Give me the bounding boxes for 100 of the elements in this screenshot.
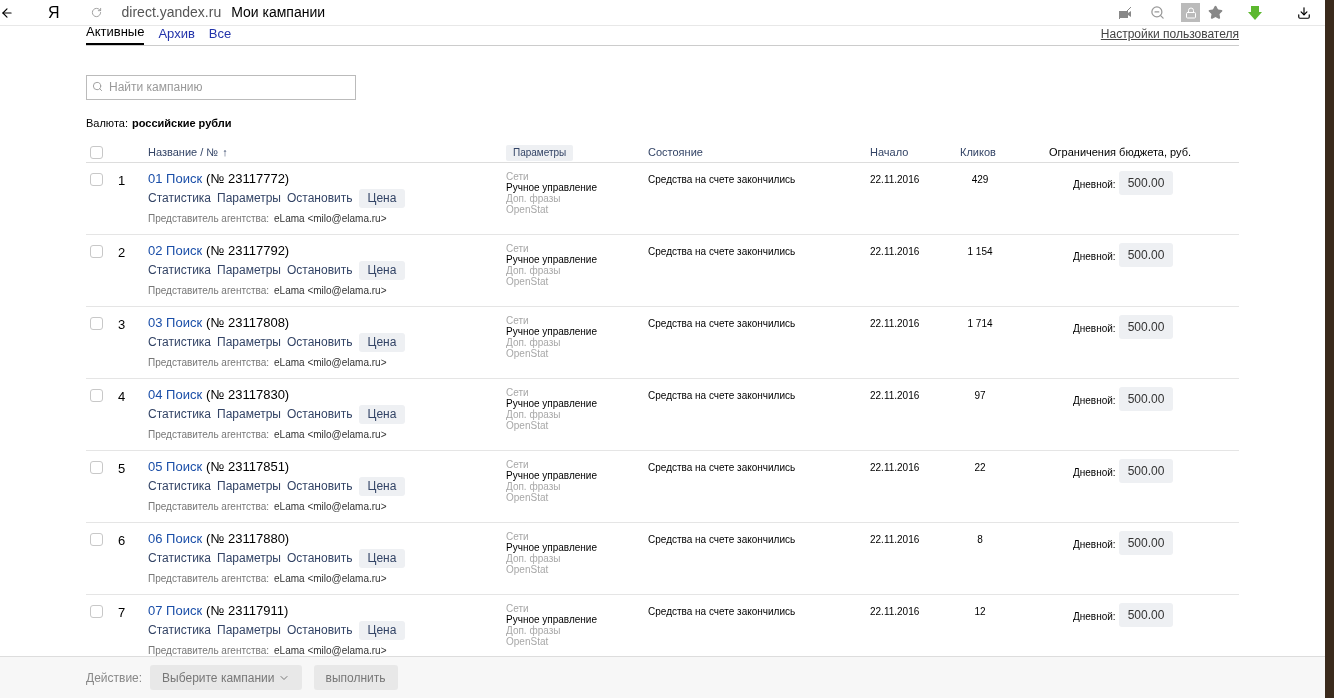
parameter-text: Ручное управление [506,181,598,193]
tab[interactable]: Все [208,23,232,45]
price-button[interactable]: Цена [358,404,406,424]
parameter-text: Ручное управление [506,541,598,553]
address-url[interactable]: direct.yandex.ru [121,2,222,23]
parameter-text: Сети [506,530,530,542]
browser-logo[interactable]: Я [48,0,60,25]
zoom-out-icon[interactable] [1150,5,1165,20]
camera-off-icon[interactable] [1118,6,1132,19]
tab[interactable]: Архив [158,23,195,45]
daily-label: Дневной: [1073,609,1116,624]
checkbox[interactable] [90,244,103,258]
action-link[interactable]: Остановить [287,189,353,207]
action-link[interactable]: Статистика [148,477,212,495]
status-text: Средства на счете закончились [648,317,796,329]
agent-contact: eLama <milo@elama.ru> [274,571,387,586]
parameters-button[interactable]: Параметры [506,144,574,161]
campaign-link[interactable]: 06 Поиск [148,530,203,547]
action-link[interactable]: Остановить [287,621,353,639]
checkbox[interactable] [90,146,103,159]
campaign-number: (№ 23117880) [206,530,290,547]
start-date: 22.11.2016 [870,533,920,545]
action-link[interactable]: Остановить [287,333,353,351]
agent-contact: eLama <milo@elama.ru> [274,211,387,226]
status-text: Средства на счете закончились [648,533,796,545]
checkbox[interactable] [90,388,103,402]
checkbox[interactable] [90,604,103,618]
download-icon[interactable] [1297,5,1311,20]
clicks-count: 97 [974,389,986,401]
star-icon[interactable] [1208,5,1223,20]
price-button[interactable]: Цена [358,332,406,352]
row-number: 5 [118,460,126,476]
agent-contact: eLama <milo@elama.ru> [274,355,387,370]
campaign-number: (№ 23117851) [206,458,290,475]
action-link[interactable]: Статистика [148,405,212,423]
checkbox[interactable] [90,460,103,474]
action-link[interactable]: Остановить [287,261,353,279]
action-link[interactable]: Параметры [217,333,281,351]
lock-icon[interactable] [1181,3,1200,22]
budget-value[interactable]: 500.00 [1118,314,1174,339]
budget-value[interactable]: 500.00 [1118,242,1174,267]
agent-contact: eLama <milo@elama.ru> [274,499,387,514]
budget-value[interactable]: 500.00 [1118,602,1174,627]
user-settings-link[interactable]: Настройки пользователя [1100,25,1239,45]
price-button[interactable]: Цена [358,476,406,496]
action-link[interactable]: Остановить [287,477,353,495]
campaign-link[interactable]: 07 Поиск [148,602,203,619]
parameter-text: Сети [506,602,530,614]
start-date: 22.11.2016 [870,317,920,329]
action-link[interactable]: Остановить [287,405,353,423]
campaign-number: (№ 23117911) [206,602,289,619]
campaign-link[interactable]: 03 Поиск [148,314,203,331]
daily-label: Дневной: [1073,393,1116,408]
search-field[interactable]: Найти кампанию [86,74,356,100]
parameter-text: Ручное управление [506,613,598,625]
parameter-text: Доп. фразы [506,480,561,492]
back-icon[interactable] [0,5,14,20]
action-link[interactable]: Параметры [217,189,281,207]
budget-value[interactable]: 500.00 [1118,530,1174,555]
price-button[interactable]: Цена [358,260,406,280]
parameter-text: Доп. фразы [506,408,561,420]
checkbox[interactable] [90,172,103,186]
clicks-count: 429 [971,173,989,185]
parameter-text: Ручное управление [506,253,598,265]
campaign-select[interactable]: Выберите кампании [150,665,302,690]
action-link[interactable]: Параметры [217,261,281,279]
action-link[interactable]: Статистика [148,549,212,567]
action-link[interactable]: Статистика [148,261,212,279]
checkbox[interactable] [90,532,103,546]
action-link[interactable]: Параметры [217,477,281,495]
action-link[interactable]: Статистика [148,621,212,639]
tab[interactable]: Активные [86,21,145,45]
agent-contact: eLama <milo@elama.ru> [274,427,387,442]
budget-value[interactable]: 500.00 [1118,386,1174,411]
sort-mark[interactable]: ↑ [222,144,228,161]
action-link[interactable]: Параметры [217,549,281,567]
action-link[interactable]: Параметры [217,405,281,423]
start-date: 22.11.2016 [870,173,920,185]
action-link[interactable]: Статистика [148,333,212,351]
price-button[interactable]: Цена [358,188,406,208]
price-button[interactable]: Цена [358,548,406,568]
campaign-link[interactable]: 01 Поиск [148,170,203,187]
checkbox[interactable] [90,316,103,330]
budget-value[interactable]: 500.00 [1118,170,1174,195]
execute-button[interactable]: выполнить [313,665,398,690]
name-column-header[interactable]: Название / № [148,144,219,161]
campaign-link[interactable]: 05 Поиск [148,458,203,475]
price-button[interactable]: Цена [358,620,406,640]
agent-label: Представитель агентства: [148,283,270,298]
action-link[interactable]: Статистика [148,189,212,207]
daily-label: Дневной: [1073,177,1116,192]
status-text: Средства на счете закончились [648,173,796,185]
reload-icon[interactable] [90,7,102,18]
campaign-link[interactable]: 02 Поиск [148,242,203,259]
row-number: 1 [118,172,126,188]
download-arrow-icon[interactable] [1247,4,1263,21]
budget-value[interactable]: 500.00 [1118,458,1174,483]
action-link[interactable]: Остановить [287,549,353,567]
action-link[interactable]: Параметры [217,621,281,639]
campaign-link[interactable]: 04 Поиск [148,386,203,403]
